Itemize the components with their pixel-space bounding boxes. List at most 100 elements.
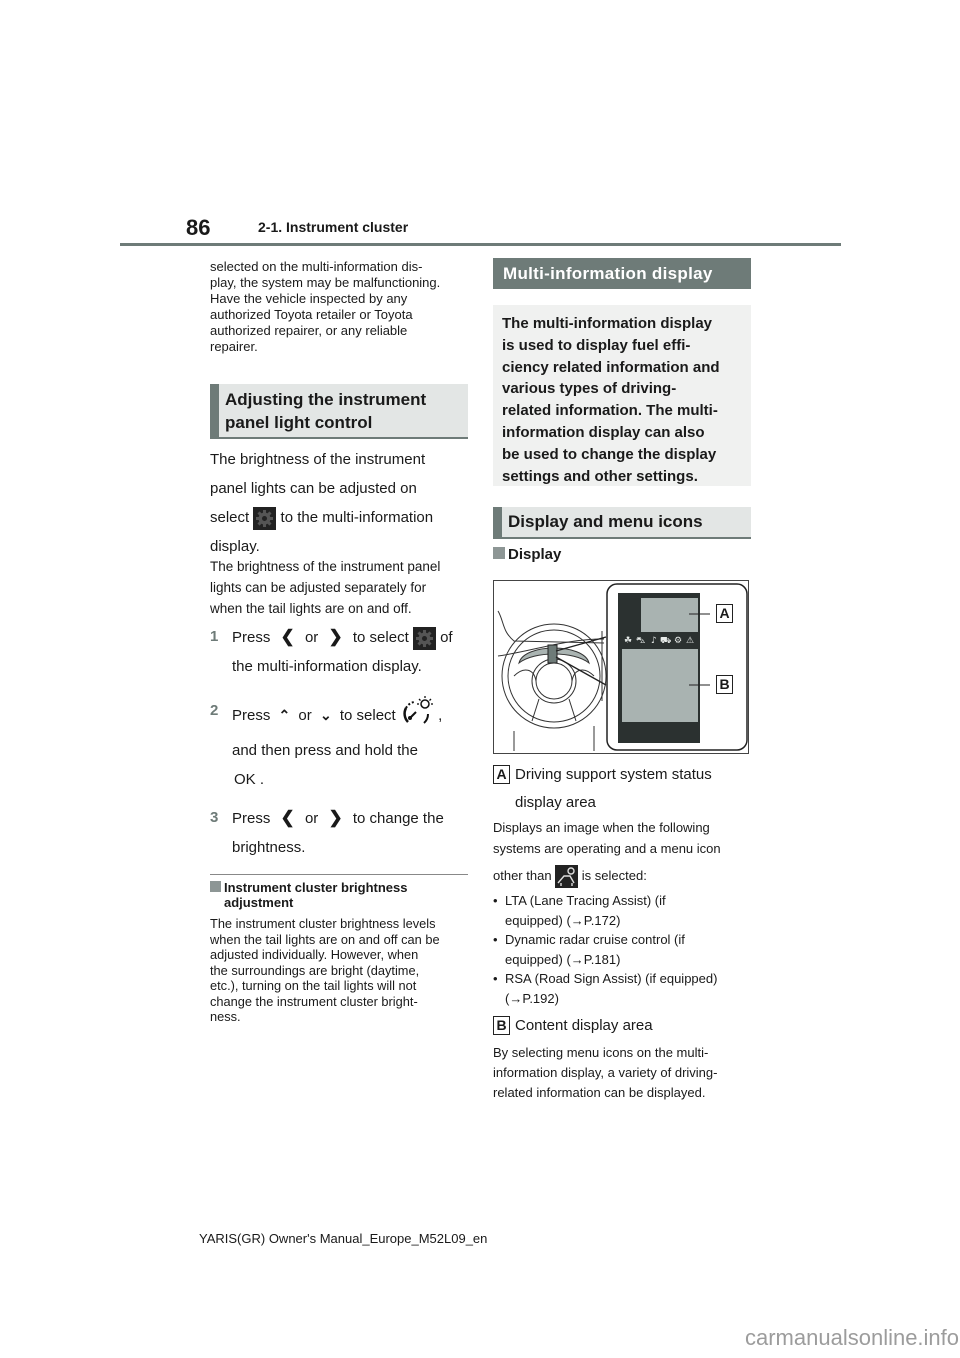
text-line: authorized repairer, or any reliable (210, 323, 408, 338)
list-item: Dynamic radar cruise control (if equippe… (493, 930, 751, 969)
watermark: carmanualsonline.info (745, 1325, 960, 1350)
text-line: The brightness of the instrument panel (210, 559, 441, 574)
chevron-right-icon: ❯ (328, 627, 343, 646)
text-line: and then press and hold the (232, 742, 418, 759)
step-number: 2 (210, 702, 219, 719)
manual-identifier: YARIS(GR) Owner's Manual_Europe_M52L09_e… (199, 1231, 488, 1246)
text-fragment: or (304, 629, 319, 646)
music-note-icon: ♪ (651, 636, 657, 646)
driver-assist-icon (555, 865, 579, 889)
callout-b: B (716, 675, 733, 694)
text-line: lights can be adjusted separately for (210, 580, 427, 595)
chevron-up-icon: ⌃ (278, 706, 291, 723)
text-fragment: Driving support system status (515, 766, 712, 783)
text-line: etc.), turning on the tail lights will n… (210, 978, 417, 993)
text-fragment: Press (232, 706, 271, 724)
text-line: is used to display fuel effi- (502, 336, 691, 354)
chevron-left-icon: ❮ (280, 627, 295, 646)
chevron-down-icon: ⌄ (319, 706, 332, 723)
step-number: 3 (210, 809, 219, 826)
section-heading-panel-light: Adjusting the instrument panel light con… (210, 384, 468, 439)
text-line: information display, a variety of drivin… (493, 1065, 718, 1080)
section-heading-display-icons: Display and menu icons (493, 507, 751, 539)
text-line: when the tail lights are on and off can … (210, 931, 440, 947)
leaf-icon: ☘ (624, 636, 632, 646)
intro-paragraph: The brightness of the instrument panel l… (210, 445, 468, 561)
text-line: panel lights can be adjusted on (210, 480, 417, 497)
text-line: Displays an image when the following (493, 820, 710, 835)
gear-icon (412, 626, 436, 650)
section-heading-multi-info: Multi-information display (493, 258, 751, 289)
text-fragment: or (298, 706, 312, 724)
text-fragment: to select (339, 706, 396, 724)
subsection-divider (210, 874, 468, 875)
area-b (622, 649, 698, 722)
text-line: adjusted individually. However, when (210, 947, 419, 962)
text-fragment: Press (232, 629, 271, 646)
text-line: change the instrument cluster bright- (210, 993, 418, 1009)
text-line: brightness. (232, 839, 306, 856)
continued-paragraph: selected on the multi-information dis- p… (210, 259, 468, 355)
text-line: be used to change the display (502, 445, 717, 463)
text-fragment: select (210, 509, 250, 526)
subsection-heading: Instrument cluster brightness adjustment (210, 880, 468, 910)
item-a-title: A Driving support system status display a… (493, 761, 751, 817)
page-reference-link[interactable]: equipped) (→P.181) (505, 950, 751, 970)
text-line: By selecting menu icons on the multi- (493, 1045, 709, 1060)
text-line: display area (515, 794, 596, 811)
page-number: 86 (186, 215, 211, 240)
text-line: the multi-information display. (232, 658, 422, 675)
text-fragment: to select (352, 629, 409, 646)
text-line: play, the system may be malfunctioning. (210, 275, 441, 290)
text-line: systems are operating and a menu icon (493, 841, 721, 856)
text-line: the surroundings are bright (daytime, (210, 962, 420, 978)
text-line: The multi-information display (502, 315, 713, 332)
text-line: settings and other settings. (502, 467, 698, 485)
text-line: authorized Toyota retailer or Toyota (210, 307, 413, 322)
chevron-right-icon: ❯ (328, 808, 343, 827)
heading-text: Display (508, 546, 562, 563)
text-fragment: to change the (352, 810, 444, 827)
text-line: related information. The multi- (502, 402, 718, 420)
text-line: selected on the multi-information dis- (210, 259, 423, 274)
area-a (641, 598, 698, 632)
header-divider (120, 243, 841, 246)
text-line: The brightness of the instrument (210, 451, 426, 468)
text-line: The instrument cluster brightness levels (210, 916, 436, 931)
text-line: ciency related information and (502, 358, 720, 376)
item-a-description: Displays an image when the following sys… (493, 817, 751, 889)
text-line: RSA (Road Sign Assist) (if equipped) (505, 971, 718, 986)
heading-line: adjustment (224, 895, 294, 910)
heading-line: Adjusting the instrument (225, 390, 427, 409)
list-item: LTA (Lane Tracing Assist) (if equipped) … (493, 891, 751, 930)
page-reference-link[interactable]: (→P.192) (505, 989, 751, 1009)
text-line: Have the vehicle inspected by any (210, 291, 408, 306)
text-line: repairer. (210, 339, 258, 354)
text-fragment: , (438, 706, 443, 724)
step-number: 1 (210, 628, 219, 645)
item-b-title: B Content display area (493, 1013, 751, 1039)
gear-icon (253, 506, 277, 530)
heading-line: panel light control (225, 413, 373, 432)
vehicle-info-icon: ⛟ (660, 636, 671, 646)
list-item: RSA (Road Sign Assist) (if equipped) (→P… (493, 969, 751, 1008)
item-b-description: By selecting menu icons on the multi- in… (493, 1043, 751, 1103)
text-fragment: of (440, 629, 453, 646)
text-fragment: or (304, 810, 319, 827)
page-reference-link[interactable]: equipped) (→P.172) (505, 911, 751, 931)
note-paragraph: The brightness of the instrument panel l… (210, 556, 468, 619)
text-fragment: Content display area (515, 1017, 653, 1034)
label-a: A (493, 765, 510, 784)
square-bullet-icon (493, 547, 505, 559)
dashboard-illustration: ☘ ⛍ ♪ ⛟ ⚙ ⚠ (497, 583, 748, 751)
callout-a: A (716, 604, 733, 623)
ok-button-reference: OK . (234, 771, 265, 788)
text-line: related information can be displayed. (493, 1085, 706, 1100)
text-line: ness. (210, 1009, 241, 1024)
gear-icon: ⚙ (674, 636, 682, 646)
brightness-gauge-icon (400, 696, 434, 736)
chevron-left-icon: ❮ (280, 808, 295, 827)
text-line: when the tail lights are on and off. (210, 601, 412, 616)
text-fragment: other than (493, 868, 552, 883)
text-line: various types of driving- (502, 380, 677, 398)
